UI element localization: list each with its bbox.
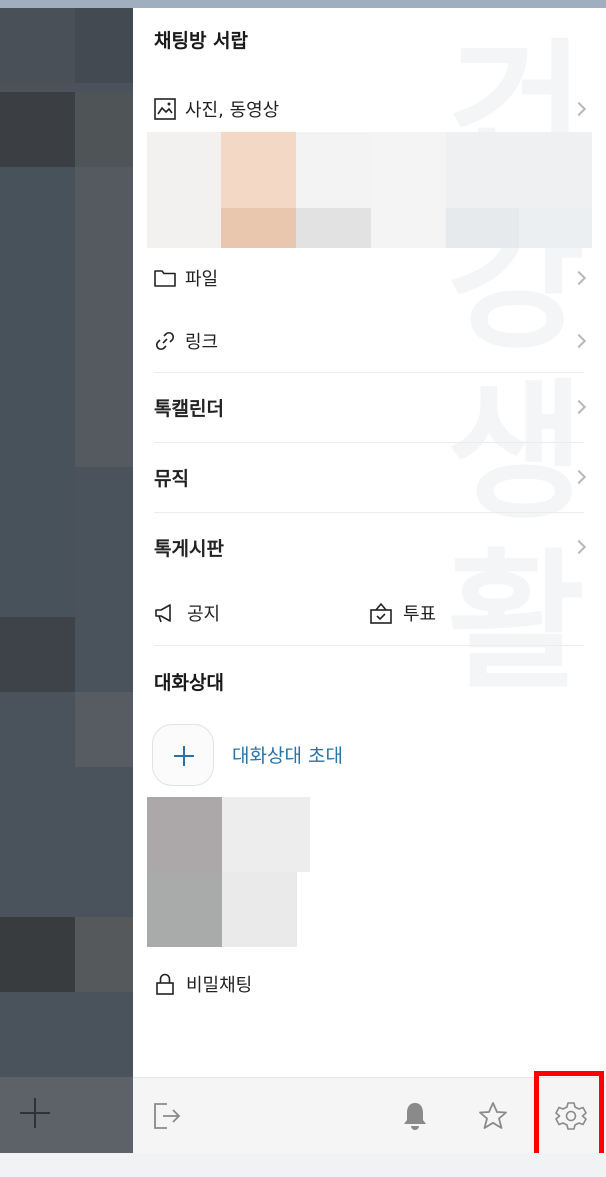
chevron-right-icon [571,333,587,349]
menu-photos-videos-label: 사진, 동영상 [185,100,280,121]
members-section-title: 대화상대 [154,672,224,694]
menu-files-label: 파일 [185,269,219,290]
menu-notice[interactable]: 공지 [153,600,220,626]
leave-chat-button[interactable] [149,1098,185,1134]
settings-highlight-box [534,1071,604,1158]
divider [154,512,584,513]
chevron-right-icon [571,399,587,415]
lock-icon [156,973,174,995]
invite-member-button[interactable] [152,724,214,786]
menu-files[interactable]: 파일 [133,253,606,303]
favorite-button[interactable] [475,1098,511,1134]
drawer-title: 채팅방 서랍 [154,30,249,52]
media-thumbnails[interactable] [147,132,592,248]
menu-photos-videos[interactable]: 사진, 동영상 [133,84,606,134]
notification-button[interactable] [397,1098,433,1134]
menu-talk-board[interactable]: 톡게시판 [133,522,606,572]
link-icon [155,331,175,351]
menu-vote[interactable]: 투표 [369,600,436,626]
menu-music[interactable]: 뮤직 [133,452,606,502]
avatar[interactable] [222,872,297,947]
menu-music-label: 뮤직 [154,467,189,490]
menu-talk-board-label: 톡게시판 [154,537,224,560]
chevron-right-icon [571,469,587,485]
divider [154,372,584,373]
ballot-box-icon [370,602,392,624]
folder-icon [154,270,176,287]
chat-drawer: 건강생활 채팅방 서랍 사진, 동영상 파일 링크 톡캘린더 뮤직 톡게시판 공… [133,8,606,1077]
exit-icon [154,1103,181,1129]
bell-icon [404,1103,426,1130]
secret-chat-button[interactable]: 비밀채팅 [154,971,252,997]
megaphone-icon [155,604,171,623]
star-icon [479,1102,507,1129]
chevron-right-icon [571,270,587,286]
menu-links-label: 링크 [185,332,219,353]
divider [154,645,584,646]
secret-chat-label: 비밀채팅 [186,975,253,996]
chat-backdrop[interactable] [0,8,133,1077]
divider [154,442,584,443]
avatar[interactable] [147,872,222,947]
photo-icon [154,98,176,120]
menu-vote-label: 투표 [403,604,437,625]
member-list[interactable] [147,797,312,949]
menu-notice-label: 공지 [187,604,221,625]
status-strip [0,0,606,8]
avatar[interactable] [222,797,310,872]
menu-links[interactable]: 링크 [133,316,606,366]
invite-member-label[interactable]: 대화상대 초대 [232,741,343,768]
menu-talk-calendar[interactable]: 톡캘린더 [133,382,606,432]
menu-talk-calendar-label: 톡캘린더 [154,397,224,420]
chevron-right-icon [571,539,587,555]
chevron-right-icon [571,101,587,117]
system-bottom-bar [0,1153,606,1177]
avatar[interactable] [147,797,222,872]
attach-plus-button[interactable] [18,1096,52,1130]
